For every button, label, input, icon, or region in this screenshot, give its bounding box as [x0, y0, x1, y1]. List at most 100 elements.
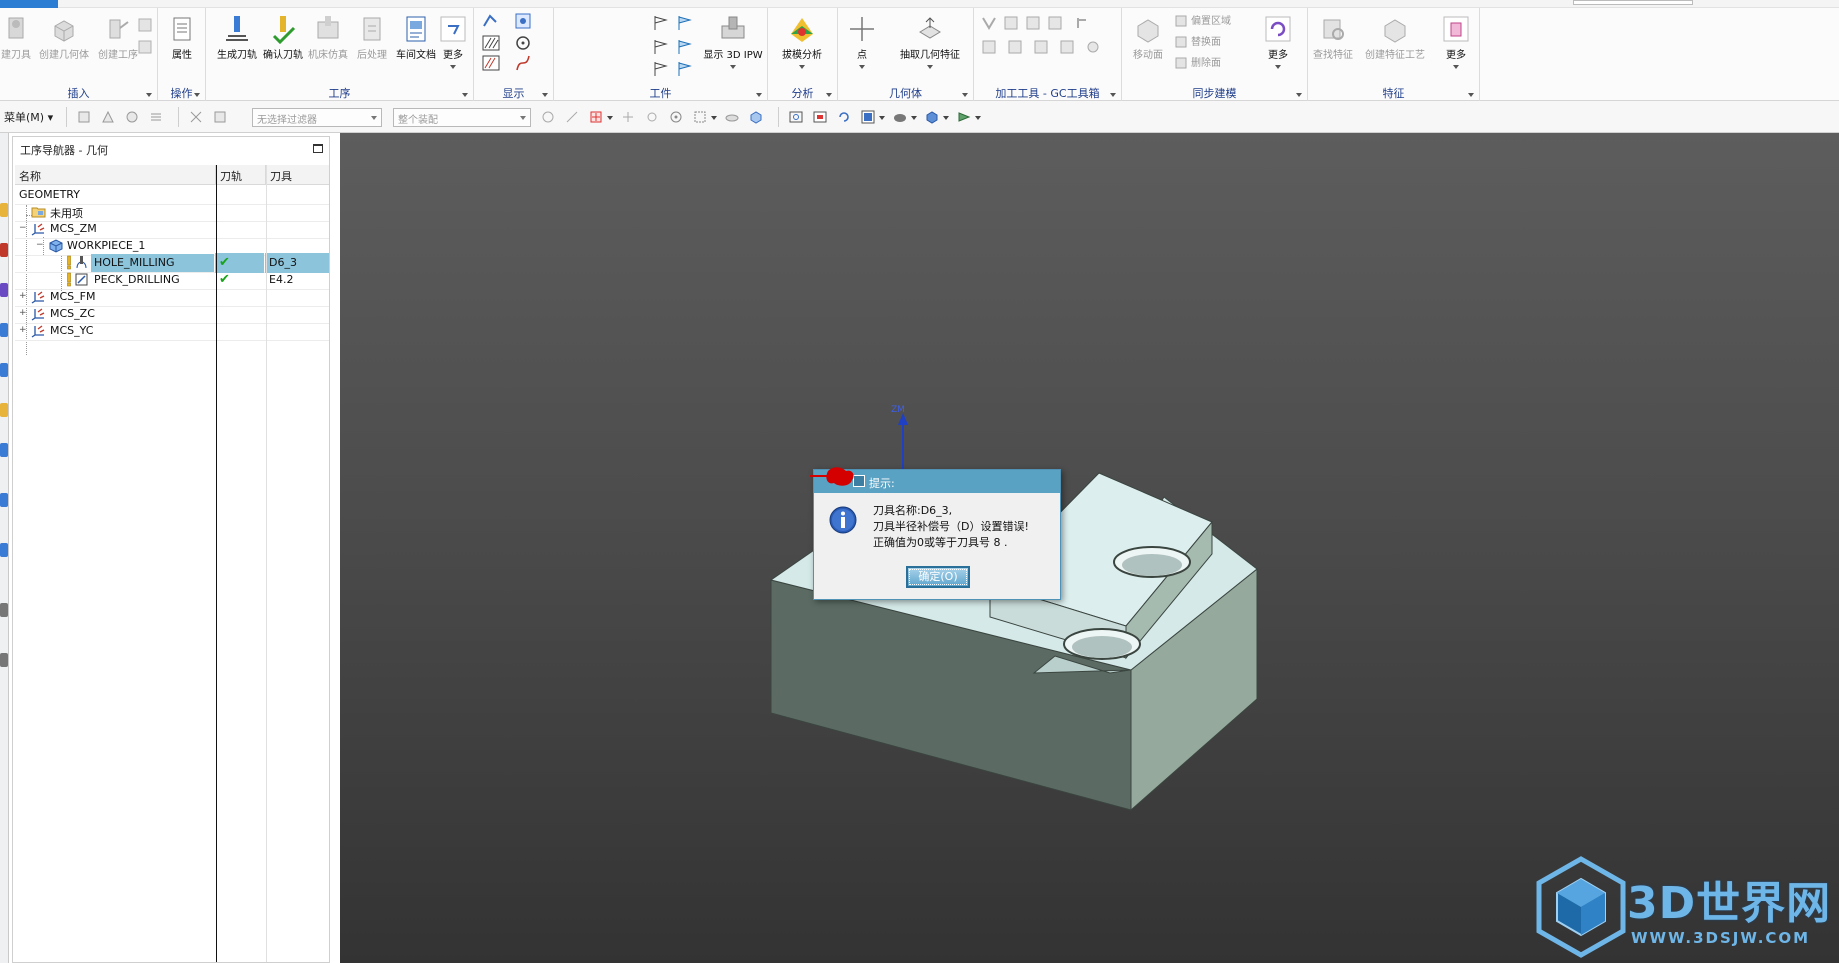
group-dropdown-icon[interactable]	[1296, 93, 1302, 97]
select-tool-2-icon[interactable]	[100, 109, 116, 125]
column-header-path[interactable]: 刀轨	[216, 165, 266, 185]
expand-icon[interactable]: +	[19, 292, 27, 301]
group-dropdown-icon[interactable]	[1468, 93, 1474, 97]
file-tab[interactable]	[0, 0, 58, 8]
display-target-icon[interactable]	[514, 34, 532, 52]
group-dropdown-icon[interactable]	[756, 93, 762, 97]
snap-5-icon[interactable]	[644, 109, 660, 125]
resource-tab-5-icon[interactable]	[0, 363, 8, 377]
draft-analysis-button[interactable]: 拔模分析	[774, 12, 830, 82]
collapse-icon[interactable]: −	[36, 241, 44, 250]
snap-8-icon[interactable]	[724, 109, 740, 125]
create-feature-process-button[interactable]: 创建特征工艺	[1360, 12, 1430, 82]
select-tool-3-icon[interactable]	[124, 109, 140, 125]
chevron-down-icon[interactable]	[975, 116, 981, 120]
feature-more-button[interactable]: 更多	[1434, 12, 1478, 82]
delete-face-item[interactable]: 删除面	[1174, 54, 1221, 72]
gc-tool-1-icon[interactable]	[980, 14, 998, 32]
gc-tool-8-icon[interactable]	[1032, 38, 1050, 56]
gc-tool-10-icon[interactable]	[1084, 38, 1102, 56]
chevron-down-icon[interactable]	[911, 116, 917, 120]
resource-tab-11-icon[interactable]	[0, 653, 8, 667]
resource-tab-1-icon[interactable]	[0, 203, 8, 217]
command-search-input[interactable]	[1573, 0, 1693, 5]
group-dropdown-icon[interactable]	[1110, 93, 1116, 97]
view-rotate-icon[interactable]	[836, 109, 852, 125]
display-curve-icon[interactable]	[514, 54, 532, 72]
tree-row-mcs-yc[interactable]: + MCS_YC	[15, 321, 329, 341]
group-dropdown-icon[interactable]	[462, 93, 468, 97]
snap-1-icon[interactable]	[540, 109, 556, 125]
point-button[interactable]: 点	[842, 12, 882, 82]
resource-tab-7-icon[interactable]	[0, 443, 8, 457]
group-dropdown-icon[interactable]	[194, 93, 200, 97]
insert-extra2-icon[interactable]	[136, 38, 154, 56]
select-tool-1-icon[interactable]	[76, 109, 92, 125]
graphics-window[interactable]: ZM	[340, 133, 1839, 963]
collapse-icon[interactable]: −	[19, 224, 27, 233]
chevron-down-icon[interactable]	[879, 116, 885, 120]
visibility-icon[interactable]	[956, 109, 972, 125]
maximize-icon[interactable]	[313, 144, 323, 153]
display-hatch2-icon[interactable]	[482, 54, 500, 72]
replace-face-item[interactable]: 替换面	[1174, 33, 1221, 51]
workpiece-flag6-icon[interactable]	[676, 60, 694, 78]
display-toolpath-icon[interactable]	[482, 12, 500, 30]
workpiece-flag2-icon[interactable]	[676, 14, 694, 32]
gc-tool-5-icon[interactable]	[1074, 14, 1092, 32]
gc-tool-9-icon[interactable]	[1058, 38, 1076, 56]
resource-tab-10-icon[interactable]	[0, 603, 8, 617]
gc-tool-6-icon[interactable]	[980, 38, 998, 56]
group-dropdown-icon[interactable]	[962, 93, 968, 97]
snap-3-icon[interactable]	[588, 109, 604, 125]
type-filter-select[interactable]: 无选择过滤器	[252, 108, 382, 127]
resource-tab-8-icon[interactable]	[0, 493, 8, 507]
expand-icon[interactable]: +	[19, 309, 27, 318]
view-fit-icon[interactable]	[788, 109, 804, 125]
select-tool-4-icon[interactable]	[148, 109, 164, 125]
select-tool-5-icon[interactable]	[188, 109, 204, 125]
display-tool-icon[interactable]	[514, 12, 532, 30]
snap-6-icon[interactable]	[668, 109, 684, 125]
view-zoom-icon[interactable]	[812, 109, 828, 125]
gc-tool-4-icon[interactable]	[1046, 14, 1064, 32]
resource-tab-9-icon[interactable]	[0, 543, 8, 557]
snap-4-icon[interactable]	[620, 109, 636, 125]
gc-tool-2-icon[interactable]	[1002, 14, 1020, 32]
expand-icon[interactable]: +	[19, 326, 27, 335]
edge-style-icon[interactable]	[924, 109, 940, 125]
group-dropdown-icon[interactable]	[146, 93, 152, 97]
process-more-button[interactable]: 更多	[433, 12, 473, 82]
workpiece-flag-icon[interactable]	[652, 14, 670, 32]
snap-7-icon[interactable]	[692, 109, 708, 125]
chevron-down-icon[interactable]	[943, 116, 949, 120]
chevron-down-icon[interactable]	[711, 116, 717, 120]
show-3d-ipw-button[interactable]: 显示 3D IPW	[698, 12, 768, 82]
render-style-icon[interactable]	[892, 109, 908, 125]
sync-more-button[interactable]: 更多	[1256, 12, 1300, 82]
workpiece-flag5-icon[interactable]	[652, 60, 670, 78]
column-header-name[interactable]: 名称	[15, 165, 216, 185]
resource-tab-4-icon[interactable]	[0, 323, 8, 337]
scope-select[interactable]: 整个装配	[393, 108, 531, 127]
gc-tool-3-icon[interactable]	[1024, 14, 1042, 32]
snap-2-icon[interactable]	[564, 109, 580, 125]
create-geometry-button[interactable]: 创建几何体	[36, 12, 92, 82]
resource-tab-2-icon[interactable]	[0, 243, 8, 257]
workpiece-flag3-icon[interactable]	[652, 38, 670, 56]
properties-button[interactable]: 属性	[154, 12, 210, 82]
extract-geometry-button[interactable]: 抽取几何特征	[890, 12, 970, 82]
snap-9-icon[interactable]	[748, 109, 764, 125]
resource-tab-3-icon[interactable]	[0, 283, 8, 297]
find-feature-button[interactable]: 查找特征	[1308, 12, 1358, 82]
insert-extra-icon[interactable]	[136, 16, 154, 34]
part-model[interactable]: ZM	[340, 133, 1839, 963]
ok-button[interactable]: 确定(O)	[906, 566, 970, 588]
view-orient-icon[interactable]	[860, 109, 876, 125]
resource-tab-6-icon[interactable]	[0, 403, 8, 417]
display-hatch-icon[interactable]	[482, 34, 500, 52]
gc-tool-7-icon[interactable]	[1006, 38, 1024, 56]
group-dropdown-icon[interactable]	[542, 93, 548, 97]
group-dropdown-icon[interactable]	[826, 93, 832, 97]
chevron-down-icon[interactable]	[607, 116, 613, 120]
